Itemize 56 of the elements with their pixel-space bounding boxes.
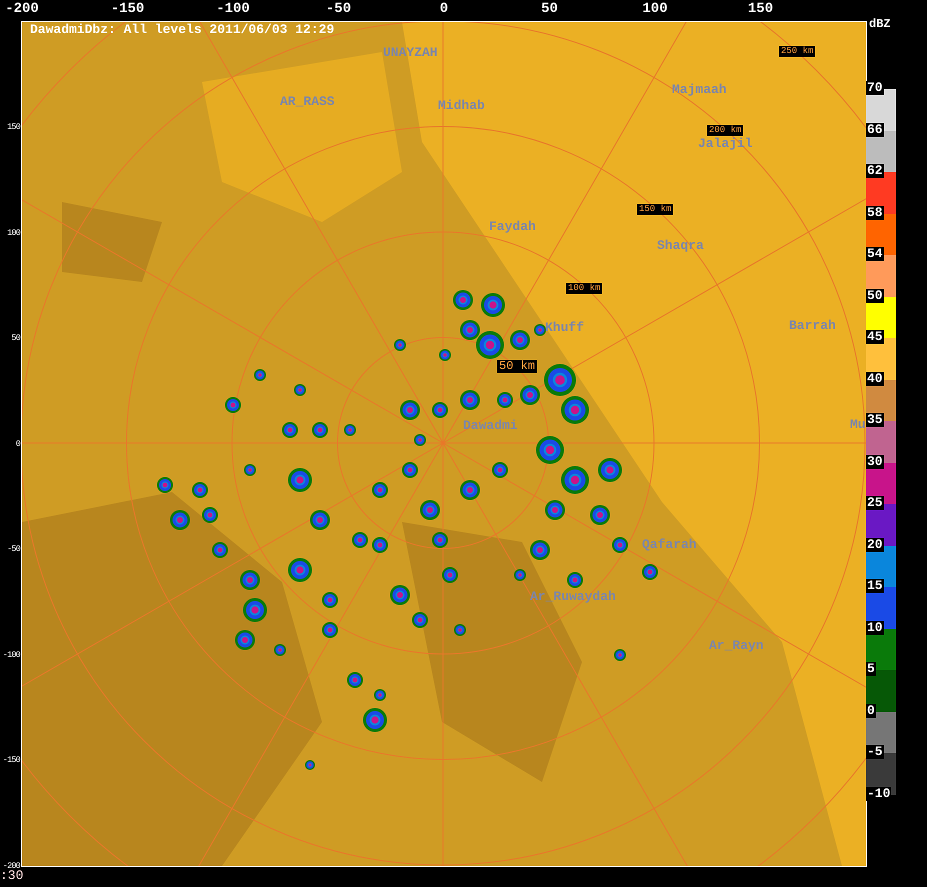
- place-label: Jalajil: [698, 136, 753, 151]
- axis-label: 100: [7, 228, 20, 238]
- axis-label: -50: [7, 544, 20, 554]
- axis-label: 0: [440, 1, 448, 17]
- scale-label: 54: [866, 247, 884, 261]
- scale-label: 15: [866, 579, 884, 593]
- scale-label: 5: [866, 662, 876, 676]
- scale-label: 25: [866, 496, 884, 510]
- place-label: Qafarah: [642, 537, 697, 552]
- axis-label: 50: [541, 1, 558, 17]
- axis-label: 150: [748, 1, 774, 17]
- place-label: Barrah: [789, 318, 836, 333]
- axis-label: -200: [2, 860, 20, 870]
- axis-label: -100: [216, 1, 250, 17]
- axis-label: -200: [5, 1, 39, 17]
- scale-label: 62: [866, 164, 884, 178]
- unit-label: dBZ: [869, 17, 891, 31]
- place-label: Majmaah: [672, 82, 727, 97]
- axis-label: -150: [110, 1, 144, 17]
- scale-label: 40: [866, 372, 884, 386]
- scale-label: 30: [866, 454, 884, 468]
- scale-label: 20: [866, 538, 884, 552]
- scale-label: 45: [866, 330, 884, 344]
- scale-label: 58: [866, 206, 884, 220]
- range-label: 50 km: [497, 360, 538, 373]
- scale-label: 35: [866, 413, 884, 427]
- scale-label: -5: [866, 745, 884, 759]
- scale-label: 10: [866, 620, 884, 634]
- time-label: :30: [0, 868, 24, 883]
- map-title: DawadmiDbz: All levels 2011/06/03 12:29: [30, 22, 334, 37]
- axis-label: 50: [11, 333, 20, 343]
- place-label: UNAYZAH: [383, 45, 438, 60]
- place-label: Faydah: [489, 219, 536, 234]
- range-label: 100 km: [566, 283, 602, 294]
- scale-label: 50: [866, 288, 884, 302]
- range-label: 250 km: [779, 46, 816, 57]
- axis-label: -50: [326, 1, 352, 17]
- axis-label: 150: [7, 122, 20, 132]
- place-label: Ar_Ruwaydah: [530, 589, 616, 604]
- axis-label: 0: [16, 438, 20, 448]
- axis-label: -100: [2, 650, 20, 660]
- axis-label: 100: [642, 1, 668, 17]
- axis-label: -150: [2, 755, 20, 765]
- scale-label: 66: [866, 122, 884, 136]
- place-label: Khuff: [545, 320, 584, 335]
- place-label: Shaqra: [657, 238, 704, 253]
- place-label: AR_RASS: [280, 94, 335, 109]
- scale-label: -10: [866, 786, 892, 800]
- scale-label: 70: [866, 81, 884, 95]
- scale-label: 0: [866, 704, 876, 718]
- range-label: 200 km: [707, 125, 744, 136]
- range-label: 150 km: [637, 204, 674, 215]
- place-label: Dawadmi: [463, 418, 518, 433]
- place-label: Mu: [850, 417, 866, 432]
- place-label: Ar_Rayn: [709, 638, 764, 653]
- place-label: Midhab: [438, 98, 485, 113]
